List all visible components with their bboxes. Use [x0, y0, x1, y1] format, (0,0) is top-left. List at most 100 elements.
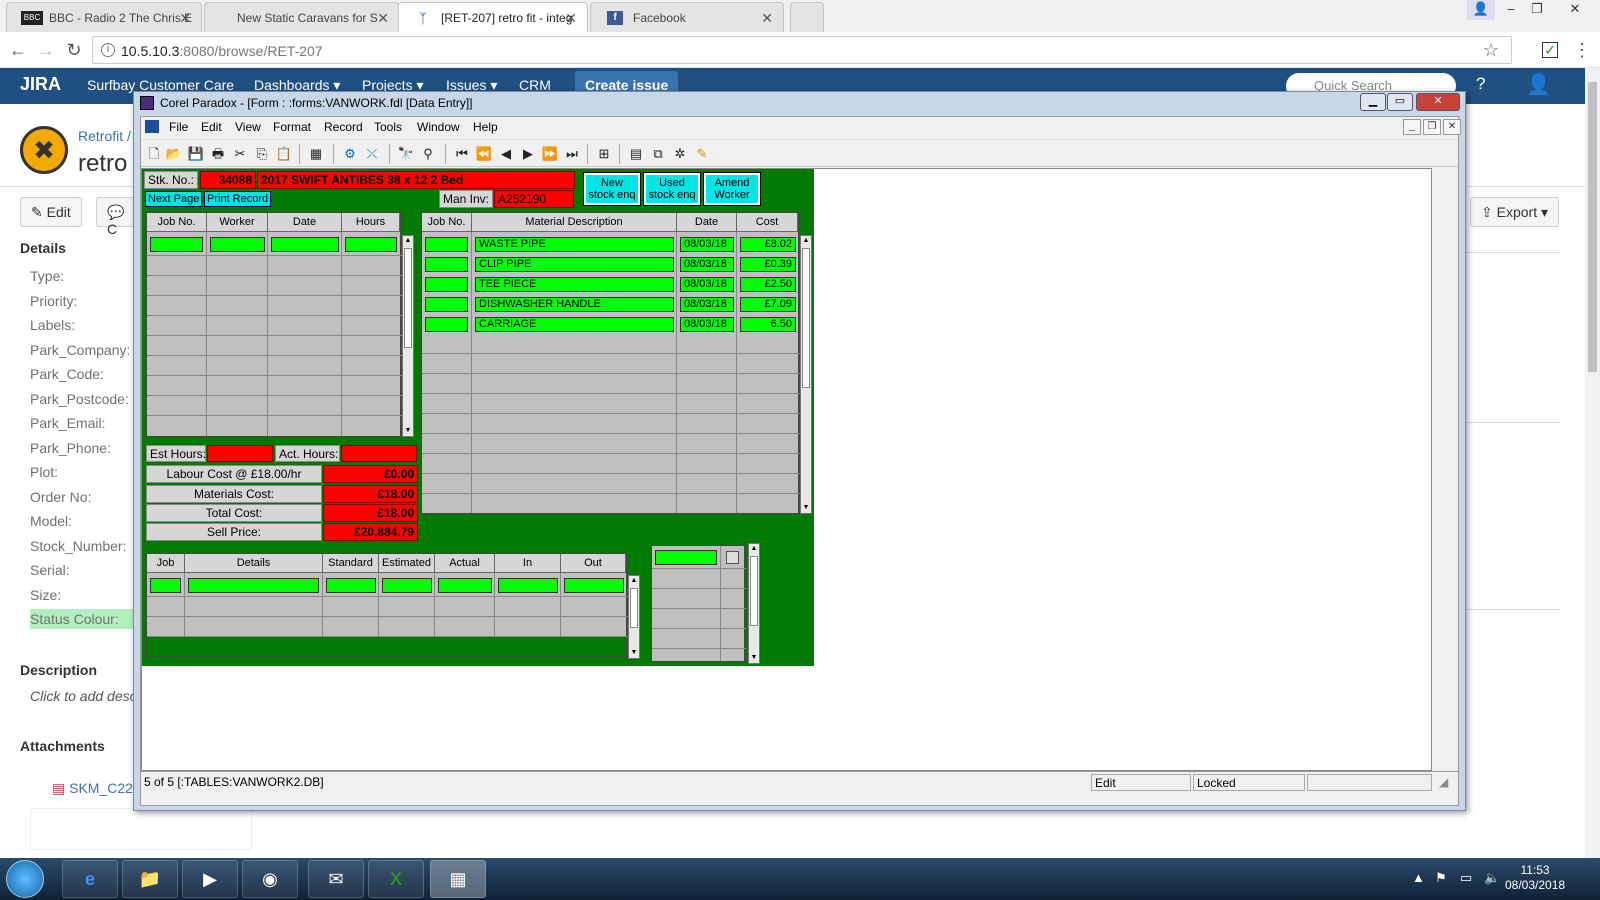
scroll-up-icon[interactable]: ▲ — [801, 236, 811, 246]
material-date-cell[interactable]: 08/03/18 — [680, 257, 734, 272]
close-window-icon[interactable]: ✕ — [1553, 0, 1597, 20]
scroll-thumb[interactable] — [802, 248, 810, 388]
new-stock-enq-button[interactable]: New stock enq — [583, 172, 641, 206]
material-desc-cell[interactable]: DISHWASHER HANDLE — [475, 297, 674, 312]
material-desc-cell[interactable]: CARRIAGE — [475, 317, 674, 332]
menu-help[interactable]: Help — [473, 120, 498, 134]
stk-desc-field[interactable]: 2017 SWIFT ANTIBES 38 x 12 2 Bed — [257, 171, 575, 189]
cut-icon[interactable]: ✂ — [231, 145, 249, 163]
scroll-down-icon[interactable]: ▼ — [801, 503, 811, 513]
amend-worker-button[interactable]: Amend Worker — [703, 172, 761, 206]
explorer-icon[interactable]: 📁 — [122, 860, 178, 898]
copy-icon[interactable]: ⎘ — [253, 145, 271, 163]
bookmark-star-icon[interactable]: ☆ — [1483, 40, 1499, 61]
design-icon[interactable]: ▦ — [307, 145, 325, 163]
url-field[interactable]: i 10.5.10.3:8080/browse/RET-207 ☆ — [92, 36, 1512, 64]
material-date-cell[interactable]: 08/03/18 — [680, 297, 734, 312]
volume-icon[interactable]: 🔈 — [1484, 870, 1500, 886]
new-icon[interactable]: 🗋 — [145, 145, 163, 163]
maximize-icon[interactable]: ❐ — [1523, 0, 1551, 20]
close-icon[interactable]: ✕ — [179, 10, 191, 27]
est-hours-field[interactable] — [207, 445, 273, 462]
scroll-down-icon[interactable]: ▼ — [629, 648, 639, 658]
save-icon[interactable]: 💾 — [187, 145, 205, 163]
job-cell[interactable] — [150, 578, 181, 593]
clock[interactable]: 11:53 08/03/2018 — [1505, 863, 1565, 893]
breadcrumb[interactable]: Retrofit / — [78, 128, 131, 144]
tab-static-caravans[interactable]: New Static Caravans for S ✕ — [204, 2, 400, 32]
material-job-cell[interactable] — [425, 257, 468, 272]
close-icon[interactable]: ✕ — [565, 10, 577, 27]
used-stock-enq-button[interactable]: Used stock enq — [643, 172, 701, 206]
side-grid-cell[interactable] — [655, 550, 717, 565]
material-date-cell[interactable]: 08/03/18 — [680, 317, 734, 332]
scroll-down-icon[interactable]: ▼ — [749, 653, 759, 663]
locate-next-icon[interactable]: ⚲ — [419, 145, 437, 163]
labour-job-cell[interactable] — [150, 237, 203, 252]
mdi-restore-icon[interactable]: ❐ — [1423, 119, 1441, 135]
tab-facebook[interactable]: f Facebook ✕ — [590, 2, 784, 32]
forward-icon[interactable]: → — [36, 40, 56, 60]
info-icon[interactable]: i — [101, 43, 115, 57]
network-icon[interactable]: ▭ — [1460, 870, 1472, 886]
prev-set-icon[interactable]: ⏪ — [475, 145, 493, 163]
next-record-icon[interactable]: ▶ — [519, 145, 537, 163]
material-date-cell[interactable]: 08/03/18 — [680, 237, 734, 252]
table-view-icon[interactable]: ▤ — [627, 145, 645, 163]
start-button[interactable] — [6, 860, 44, 898]
paradox-taskbar-icon[interactable]: ▦ — [430, 860, 486, 898]
material-cost-cell[interactable]: £7.09 — [740, 297, 796, 312]
help-icon[interactable]: ? — [1476, 74, 1485, 94]
open-icon[interactable]: 📂 — [165, 145, 183, 163]
jobs-scrollbar[interactable]: ▲ ▼ — [628, 575, 640, 659]
menu-window[interactable]: Window — [417, 120, 460, 134]
last-record-icon[interactable]: ⏭ — [563, 145, 581, 163]
minimize-icon[interactable]: ▁ — [1360, 93, 1386, 111]
form-icon[interactable] — [145, 120, 159, 133]
material-cost-cell[interactable]: 6.50 — [740, 317, 796, 332]
wand-icon[interactable]: ✎ — [693, 145, 711, 163]
flag-icon[interactable]: ⚑ — [1435, 870, 1447, 886]
outlook-icon[interactable]: ✉ — [308, 860, 364, 898]
out-cell[interactable] — [564, 578, 624, 593]
material-desc-cell[interactable]: CLIP PIPE — [475, 257, 674, 272]
filter-icon[interactable]: ⊞ — [595, 145, 613, 163]
labour-hours-cell[interactable] — [345, 237, 397, 252]
stk-no-field[interactable]: 34088 — [200, 171, 256, 189]
new-tab-button[interactable] — [790, 2, 824, 32]
side-grid-checkbox[interactable] — [726, 551, 739, 564]
attachment-link[interactable]: ▤ SKM_C22 — [52, 780, 133, 797]
close-icon[interactable]: ✕ — [761, 10, 773, 27]
menu-view[interactable]: View — [235, 120, 261, 134]
tray-up-icon[interactable]: ▲ — [1412, 870, 1425, 885]
material-date-cell[interactable]: 08/03/18 — [680, 277, 734, 292]
media-player-icon[interactable]: ▶ — [182, 860, 238, 898]
standard-cell[interactable] — [326, 578, 376, 593]
material-cost-cell[interactable]: £2.50 — [740, 277, 796, 292]
materials-scrollbar[interactable]: ▲ ▼ — [800, 235, 812, 514]
paste-icon[interactable]: 📋 — [275, 145, 293, 163]
maximize-icon[interactable]: ▭ — [1387, 93, 1413, 111]
user-avatar-icon[interactable]: 👤 — [1526, 72, 1551, 97]
page-scrollbar[interactable] — [1585, 68, 1600, 858]
scroll-down-icon[interactable]: ▼ — [403, 426, 413, 436]
first-record-icon[interactable]: ⏮ — [453, 145, 471, 163]
material-desc-cell[interactable]: WASTE PIPE — [475, 237, 674, 252]
menu-file[interactable]: File — [169, 120, 188, 134]
estimated-cell[interactable] — [382, 578, 432, 593]
back-icon[interactable]: ← — [8, 40, 28, 60]
details-cell[interactable] — [188, 578, 319, 593]
material-job-cell[interactable] — [425, 237, 468, 252]
close-window-icon[interactable]: ✕ — [1416, 93, 1460, 111]
edit-data-icon[interactable]: ⚙ — [341, 145, 359, 163]
mdi-minimize-icon[interactable]: _ — [1403, 119, 1421, 135]
form-view-icon[interactable]: ⧉ — [649, 145, 667, 163]
menu-record[interactable]: Record — [324, 120, 363, 134]
close-icon[interactable]: ✕ — [377, 10, 389, 27]
material-cost-cell[interactable]: £0.39 — [740, 257, 796, 272]
act-hours-field[interactable] — [341, 445, 417, 462]
labour-scrollbar[interactable]: ▲ ▼ — [402, 235, 414, 437]
scroll-up-icon[interactable]: ▲ — [749, 544, 759, 554]
minimize-icon[interactable]: – — [1497, 0, 1525, 20]
menu-format[interactable]: Format — [273, 120, 311, 134]
